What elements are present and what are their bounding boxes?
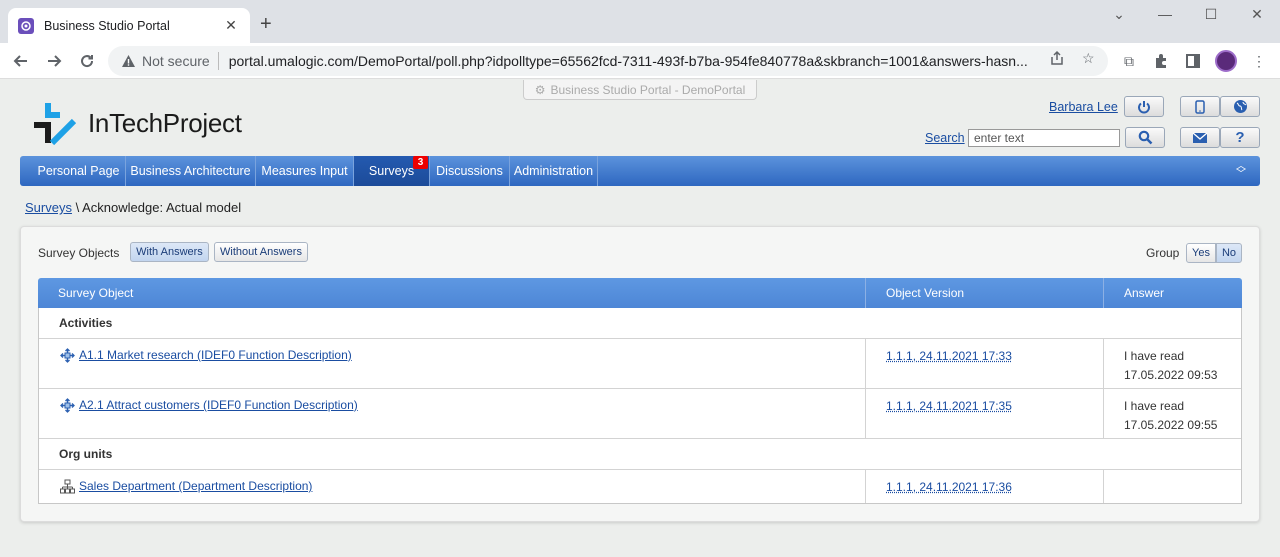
collapse-menu-icon[interactable]: ︿ ﹀ (1236, 162, 1246, 180)
help-icon: ? (1235, 129, 1245, 146)
address-bar[interactable]: Not secure portal.umalogic.com/DemoPorta… (108, 46, 1108, 76)
user-name-link[interactable]: Barbara Lee (1049, 100, 1118, 114)
gear-icon: ⚙ (534, 82, 546, 97)
mail-button[interactable] (1180, 127, 1220, 148)
survey-table-body: Activities A1.1 Market research (IDEF0 F… (38, 308, 1242, 504)
main-menu: Personal Page Business Architecture Meas… (20, 156, 1260, 186)
portal-chip-label: Business Studio Portal - DemoPortal (550, 82, 746, 97)
survey-object-link[interactable]: A2.1 Attract customers (IDEF0 Function D… (79, 398, 358, 412)
answer-text: I have read 17.05.2022 09:53 (1124, 347, 1217, 385)
portal-chip: ⚙ Business Studio Portal - DemoPortal (523, 80, 757, 100)
group-label: Group (1146, 246, 1180, 260)
search-link[interactable]: Search (925, 131, 965, 145)
globe-icon (1233, 100, 1247, 113)
menu-item-measures-input[interactable]: Measures Input (256, 156, 354, 186)
url-text[interactable]: portal.umalogic.com/DemoPortal/poll.php?… (229, 53, 1039, 69)
mobile-icon (1195, 99, 1205, 114)
group-row-activities: Activities (39, 308, 1241, 339)
answer-cell (1104, 470, 1241, 503)
answer-date: 17.05.2022 09:53 (1124, 368, 1218, 382)
tab-title: Business Studio Portal (44, 18, 170, 33)
search-icon (1138, 130, 1152, 145)
reload-icon[interactable] (76, 51, 98, 71)
answer-text: I have read 17.05.2022 09:55 (1124, 397, 1217, 435)
company-logo[interactable]: InTechProject (32, 101, 272, 145)
survey-table-header: Survey Object Object Version Answer (38, 278, 1242, 308)
search-button[interactable] (1125, 127, 1165, 148)
group-yes-button[interactable]: Yes (1186, 243, 1216, 263)
share-icon[interactable] (1049, 50, 1065, 69)
breadcrumb-current: Acknowledge: Actual model (82, 200, 242, 215)
maximize-icon[interactable]: ☐ (1196, 6, 1226, 23)
survey-object-cell: Sales Department (Department Description… (39, 470, 866, 503)
side-panel-icon[interactable] (1184, 52, 1202, 70)
portal-favicon-icon (18, 17, 34, 34)
table-row: Sales Department (Department Description… (39, 470, 1241, 503)
bookmark-star-icon[interactable]: ☆ (1082, 50, 1095, 67)
surveys-count-badge: 3 (413, 156, 428, 169)
browser-tab[interactable]: Business Studio Portal ✕ (8, 8, 250, 43)
minimize-icon[interactable]: — (1150, 6, 1180, 22)
logo-text: InTechProject (88, 107, 242, 138)
browser-tab-bar: Business Studio Portal ✕ + ⌄ — ☐ ✕ (0, 0, 1280, 43)
without-answers-button[interactable]: Without Answers (214, 242, 308, 262)
profile-avatar[interactable] (1215, 50, 1237, 72)
mail-icon (1192, 132, 1208, 143)
group-no-button[interactable]: No (1216, 243, 1242, 263)
menu-item-business-architecture[interactable]: Business Architecture (126, 156, 256, 186)
org-structure-icon (60, 479, 75, 494)
more-menu-icon[interactable]: ⋮ (1250, 52, 1268, 70)
object-version-cell: 1.1.1, 24.11.2021 17:33 (866, 339, 1104, 388)
mobile-version-button[interactable] (1180, 96, 1220, 117)
logout-button[interactable] (1124, 96, 1164, 117)
survey-object-cell: A1.1 Market research (IDEF0 Function Des… (39, 339, 866, 388)
breadcrumb-separator: \ (75, 200, 80, 215)
search-input[interactable] (968, 129, 1120, 147)
function-icon (60, 398, 75, 413)
survey-object-link[interactable]: A1.1 Market research (IDEF0 Function Des… (79, 348, 352, 362)
language-button[interactable] (1220, 96, 1260, 117)
address-separator (217, 52, 219, 70)
table-row: A2.1 Attract customers (IDEF0 Function D… (39, 389, 1241, 439)
help-button[interactable]: ? (1220, 127, 1260, 148)
close-window-icon[interactable]: ✕ (1242, 6, 1272, 23)
menu-item-discussions[interactable]: Discussions (430, 156, 510, 186)
logo-mark-icon (34, 103, 76, 145)
object-version-link[interactable]: 1.1.1, 24.11.2021 17:33 (886, 349, 1012, 363)
breadcrumb: Surveys \ Acknowledge: Actual model (25, 200, 241, 215)
survey-objects-label: Survey Objects (38, 246, 120, 260)
function-icon (60, 348, 75, 363)
answer-cell: I have read 17.05.2022 09:55 (1104, 389, 1241, 438)
menu-item-personal-page[interactable]: Personal Page (32, 156, 126, 186)
answer-date: 17.05.2022 09:55 (1124, 418, 1218, 432)
survey-object-cell: A2.1 Attract customers (IDEF0 Function D… (39, 389, 866, 438)
close-tab-icon[interactable]: ✕ (222, 17, 240, 34)
object-version-cell: 1.1.1, 24.11.2021 17:35 (866, 389, 1104, 438)
col-header-object-version[interactable]: Object Version (866, 278, 1104, 308)
browser-toolbar: Not secure portal.umalogic.com/DemoPorta… (0, 43, 1280, 79)
new-tab-icon[interactable]: + (260, 14, 272, 34)
object-version-link[interactable]: 1.1.1, 24.11.2021 17:36 (886, 480, 1012, 494)
answer-status: I have read (1124, 399, 1185, 413)
object-version-cell: 1.1.1, 24.11.2021 17:36 (866, 470, 1104, 503)
not-secure-label: Not secure (142, 53, 210, 69)
with-answers-button[interactable]: With Answers (130, 242, 209, 262)
forward-icon[interactable] (43, 51, 65, 71)
breadcrumb-surveys-link[interactable]: Surveys (25, 200, 72, 215)
group-row-org-units: Org units (39, 439, 1241, 470)
answer-status: I have read (1124, 349, 1185, 363)
col-header-answer[interactable]: Answer (1104, 278, 1242, 308)
chevron-down-icon[interactable]: ⌄ (1104, 6, 1134, 23)
table-row: A1.1 Market research (IDEF0 Function Des… (39, 339, 1241, 389)
menu-item-administration[interactable]: Administration (510, 156, 598, 186)
answer-cell: I have read 17.05.2022 09:53 (1104, 339, 1241, 388)
survey-object-link[interactable]: Sales Department (Department Description… (79, 479, 312, 493)
warning-icon[interactable] (120, 53, 136, 69)
extensions-icon[interactable] (1152, 52, 1170, 70)
copy-icon[interactable]: ⧉ (1120, 52, 1138, 70)
power-icon (1138, 100, 1150, 113)
back-icon[interactable] (10, 51, 32, 71)
col-header-survey-object[interactable]: Survey Object (38, 278, 866, 308)
object-version-link[interactable]: 1.1.1, 24.11.2021 17:35 (886, 399, 1012, 413)
